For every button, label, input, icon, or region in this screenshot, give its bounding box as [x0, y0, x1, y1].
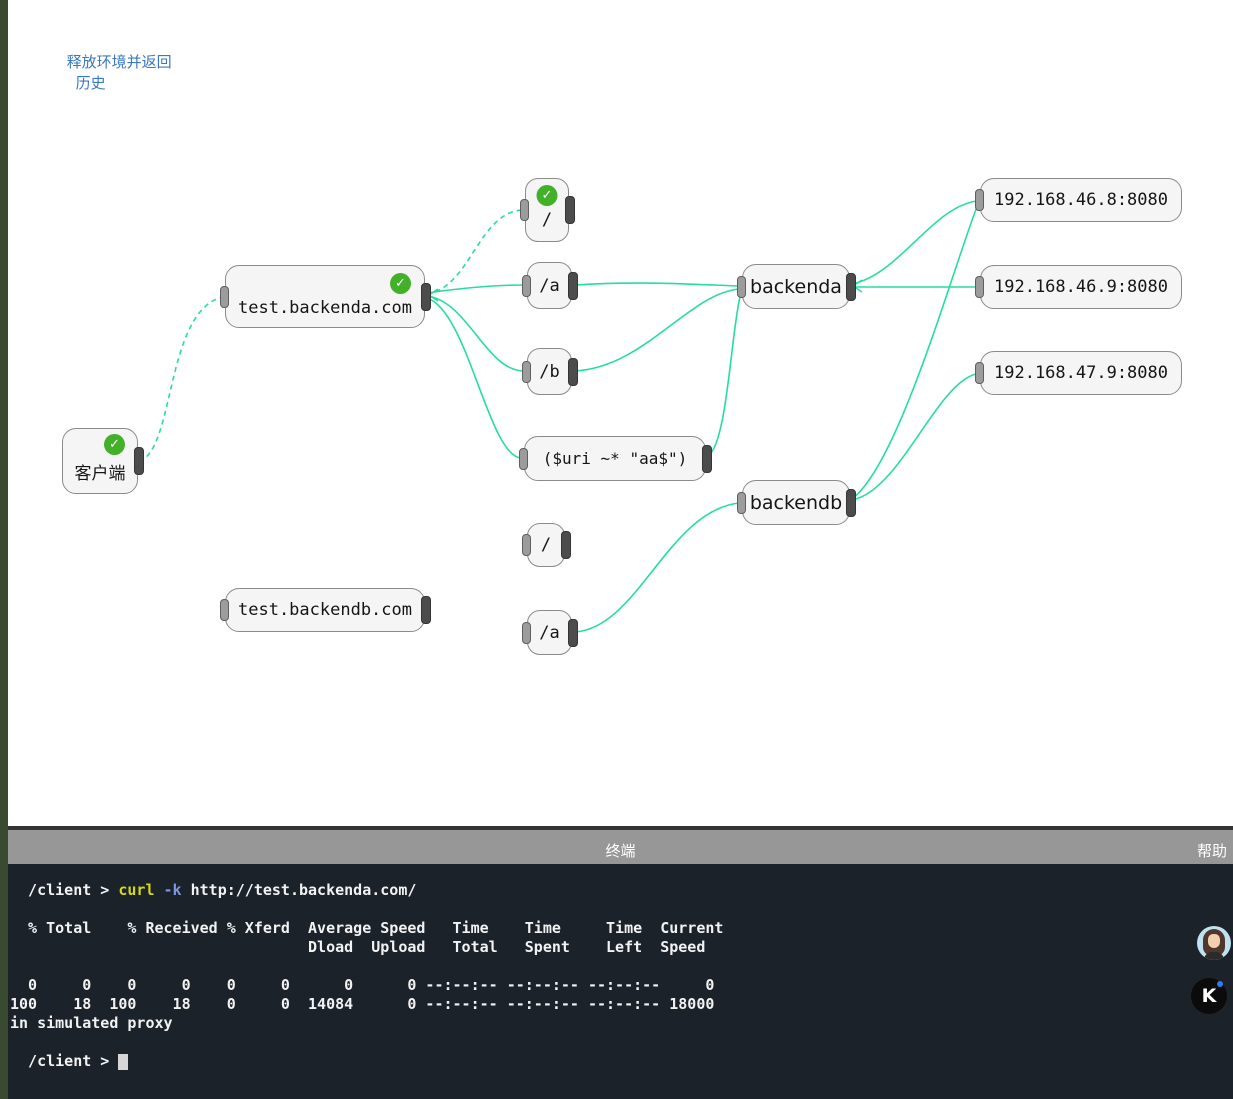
edge-layer	[138, 200, 979, 633]
node-location-root-b[interactable]: /	[522, 523, 571, 567]
node-location-a[interactable]: /a	[522, 262, 578, 309]
node-domain-backendb[interactable]: test.backendb.com	[220, 588, 431, 632]
edge-domaina-regex	[426, 297, 522, 459]
node-upstream-backenda[interactable]: backenda	[737, 264, 856, 309]
node-label: /a	[539, 275, 560, 296]
terminal-title: 终端	[605, 842, 636, 860]
help-link[interactable]: 帮助	[1197, 840, 1227, 861]
edge-upstreama-servera1	[851, 200, 978, 285]
node-upstream-backendb[interactable]: backendb	[737, 480, 856, 525]
node-server-46-8[interactable]: 192.168.46.8:8080	[975, 178, 1182, 222]
node-location-root-a[interactable]: ✓ /	[520, 178, 575, 242]
output-port[interactable]	[846, 488, 856, 517]
edge-upstreamb-servera1	[851, 203, 979, 500]
output-port[interactable]	[565, 196, 575, 224]
curl-progress-line-2: 100 18 100 18 0 0 14084 0 --:--:-- --:--…	[10, 995, 715, 1013]
node-server-46-9[interactable]: 192.168.46.9:8080	[975, 265, 1182, 309]
output-port[interactable]	[568, 357, 578, 386]
terminal-command-line: /client > curl -k http://test.backenda.c…	[10, 881, 417, 899]
node-domain-backenda[interactable]: ✓ test.backenda.com	[220, 265, 431, 328]
input-port[interactable]	[975, 362, 984, 384]
command-program: curl	[118, 881, 155, 899]
input-port[interactable]	[522, 621, 531, 644]
app-window: 释放环境并返回 历史 ✓ 客户端 ✓ test.backenda.com ✓ /…	[0, 0, 1233, 1099]
edge-pathab-upstreamb	[574, 502, 740, 633]
node-server-47-9[interactable]: 192.168.47.9:8080	[975, 351, 1182, 395]
input-port[interactable]	[519, 447, 528, 470]
output-port[interactable]	[134, 447, 144, 475]
output-port[interactable]	[702, 444, 712, 473]
terminal-cursor	[118, 1054, 129, 1070]
node-label: backenda	[750, 275, 842, 298]
success-check-icon: ✓	[104, 434, 125, 455]
node-label: 192.168.46.8:8080	[994, 190, 1168, 210]
graph-canvas[interactable]: 释放环境并返回 历史 ✓ 客户端 ✓ test.backenda.com ✓ /…	[8, 0, 1233, 826]
avatar-face	[1208, 934, 1220, 948]
input-port[interactable]	[737, 275, 746, 298]
curl-response-line: in simulated proxy	[10, 1014, 173, 1032]
k-logo-badge[interactable]: K	[1191, 978, 1227, 1014]
input-port[interactable]	[522, 360, 531, 383]
node-label: 192.168.46.9:8080	[994, 277, 1168, 297]
node-label: /	[540, 535, 552, 555]
terminal-prompt-line[interactable]: /client >	[10, 1052, 723, 1071]
edge-patha-upstreama	[574, 282, 740, 287]
input-port[interactable]	[975, 276, 984, 298]
node-label: test.backenda.com	[238, 298, 412, 318]
output-port[interactable]	[846, 272, 856, 301]
avatar-body	[1204, 952, 1224, 960]
node-label: 192.168.47.9:8080	[994, 363, 1168, 383]
node-condition-regex[interactable]: ($uri ~* "aa$")	[519, 436, 712, 481]
command-arg: http://test.backenda.com/	[181, 881, 417, 899]
node-location-a-b[interactable]: /a	[522, 610, 578, 655]
edge-pathb-upstreama	[574, 288, 740, 372]
k-logo-dot	[1217, 981, 1223, 987]
success-check-icon: ✓	[390, 273, 411, 294]
curl-header-line-2: Dload Upload Total Spent Left Speed	[10, 938, 706, 956]
success-check-icon: ✓	[536, 185, 558, 206]
terminal-output: /client > curl -k http://test.backenda.c…	[10, 881, 723, 1071]
node-label: test.backendb.com	[238, 600, 412, 620]
edge-domaina-pathb	[426, 295, 525, 372]
node-label: backendb	[749, 491, 843, 514]
node-label: ($uri ~* "aa$")	[542, 449, 688, 468]
input-port[interactable]	[522, 274, 531, 297]
output-port[interactable]	[568, 618, 578, 647]
k-logo-letter: K	[1201, 985, 1217, 1007]
output-port[interactable]	[568, 271, 578, 300]
output-port[interactable]	[561, 531, 571, 559]
input-port[interactable]	[520, 199, 529, 221]
command-flag: -k	[154, 881, 182, 899]
input-port[interactable]	[220, 599, 229, 621]
curl-blank-line	[10, 957, 723, 976]
node-label: /b	[539, 361, 560, 382]
terminal-titlebar[interactable]: 终端 帮助	[8, 826, 1233, 864]
input-port[interactable]	[522, 534, 531, 556]
edge-regex-upstreama	[707, 296, 741, 457]
edge-upstreamb-serverb1	[851, 373, 977, 501]
input-port[interactable]	[220, 285, 229, 308]
node-label: /a	[539, 622, 560, 643]
edge-domaina-roota	[426, 209, 523, 295]
edge-domaina-patha	[426, 284, 525, 294]
assistant-avatar[interactable]	[1197, 926, 1231, 960]
node-label: 客户端	[74, 464, 126, 484]
input-port[interactable]	[975, 189, 984, 211]
input-port[interactable]	[737, 491, 746, 514]
output-port[interactable]	[421, 596, 431, 624]
node-label: /	[541, 210, 553, 230]
output-port[interactable]	[421, 282, 431, 311]
node-client[interactable]: ✓ 客户端	[62, 428, 144, 494]
edge-client-domaina	[138, 296, 224, 462]
node-location-b[interactable]: /b	[522, 348, 578, 395]
curl-progress-line-1: 0 0 0 0 0 0 0 0 --:--:-- --:--:-- --:--:…	[10, 976, 715, 994]
curl-header-line-1: % Total % Received % Xferd Average Speed…	[10, 919, 724, 937]
